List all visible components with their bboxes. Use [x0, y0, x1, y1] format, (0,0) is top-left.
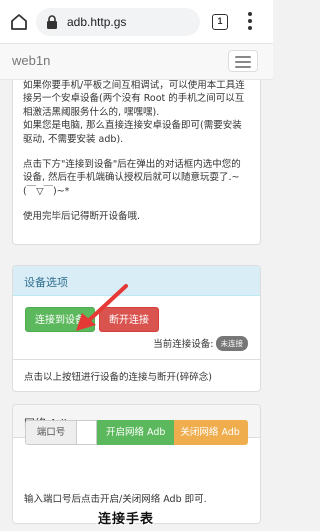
intro-paragraph-4: 使用完毕后记得断开设备哦.	[23, 211, 141, 223]
url-text: adb.http.gs	[67, 15, 127, 29]
tab-switcher-button[interactable]: 1	[212, 14, 228, 30]
site-navbar: web1n	[0, 44, 273, 80]
connection-status-label: 当前连接设备:	[153, 339, 214, 350]
device-options-title: 设备选项	[13, 266, 260, 296]
device-options-panel: 设备选项 连接到设备 断开连接 当前连接设备: 未连接 点击以上按钮进行设备的连接与…	[12, 265, 261, 392]
home-icon[interactable]	[9, 12, 29, 32]
address-bar[interactable]: adb.http.gs	[36, 8, 200, 36]
network-adb-help: 输入端口号后点击开启/关闭网络 Adb 即可.	[24, 494, 207, 505]
port-label: 端口号	[25, 420, 77, 445]
site-brand[interactable]: web1n	[12, 53, 50, 68]
intro-paragraph-3: 点击下方"连接到设备"后在弹出的对话框内选中您的设备, 然后在手机端确认授权后就…	[23, 159, 241, 197]
device-options-footer: 点击以上按钮进行设备的连接与断开(碎碎念)	[13, 359, 260, 391]
connection-status: 当前连接设备: 未连接	[153, 336, 248, 351]
annotation-caption: 连接手表	[98, 512, 155, 527]
lock-icon	[47, 15, 57, 29]
port-input[interactable]	[77, 420, 97, 445]
browser-toolbar: adb.http.gs 1	[0, 0, 273, 44]
intro-panel: 如果你要手机/平板之间互相调试，可以使用本工具连接另一个安卓设备(两个没有 Ro…	[12, 80, 261, 245]
hamburger-menu-icon[interactable]	[228, 50, 258, 72]
browser-menu-icon[interactable]	[247, 12, 253, 32]
status-badge: 未连接	[215, 336, 248, 351]
annotation-arrow-icon	[76, 284, 128, 331]
intro-paragraph-2: 如果您是电脑, 那么直接连接安卓设备即可(需要安装驱动, 不需要安装 adb).	[23, 120, 242, 145]
enable-network-adb-button[interactable]: 开启网络 Adb	[97, 420, 175, 445]
disable-network-adb-button[interactable]: 关闭网络 Adb	[174, 420, 249, 445]
network-adb-panel: 网络 Adb 端口号 开启网络 Adb 关闭网络 Adb 输入端口号后点击开启/…	[12, 404, 261, 524]
intro-paragraph-1: 如果你要手机/平板之间互相调试，可以使用本工具连接另一个安卓设备(两个没有 Ro…	[23, 80, 245, 118]
